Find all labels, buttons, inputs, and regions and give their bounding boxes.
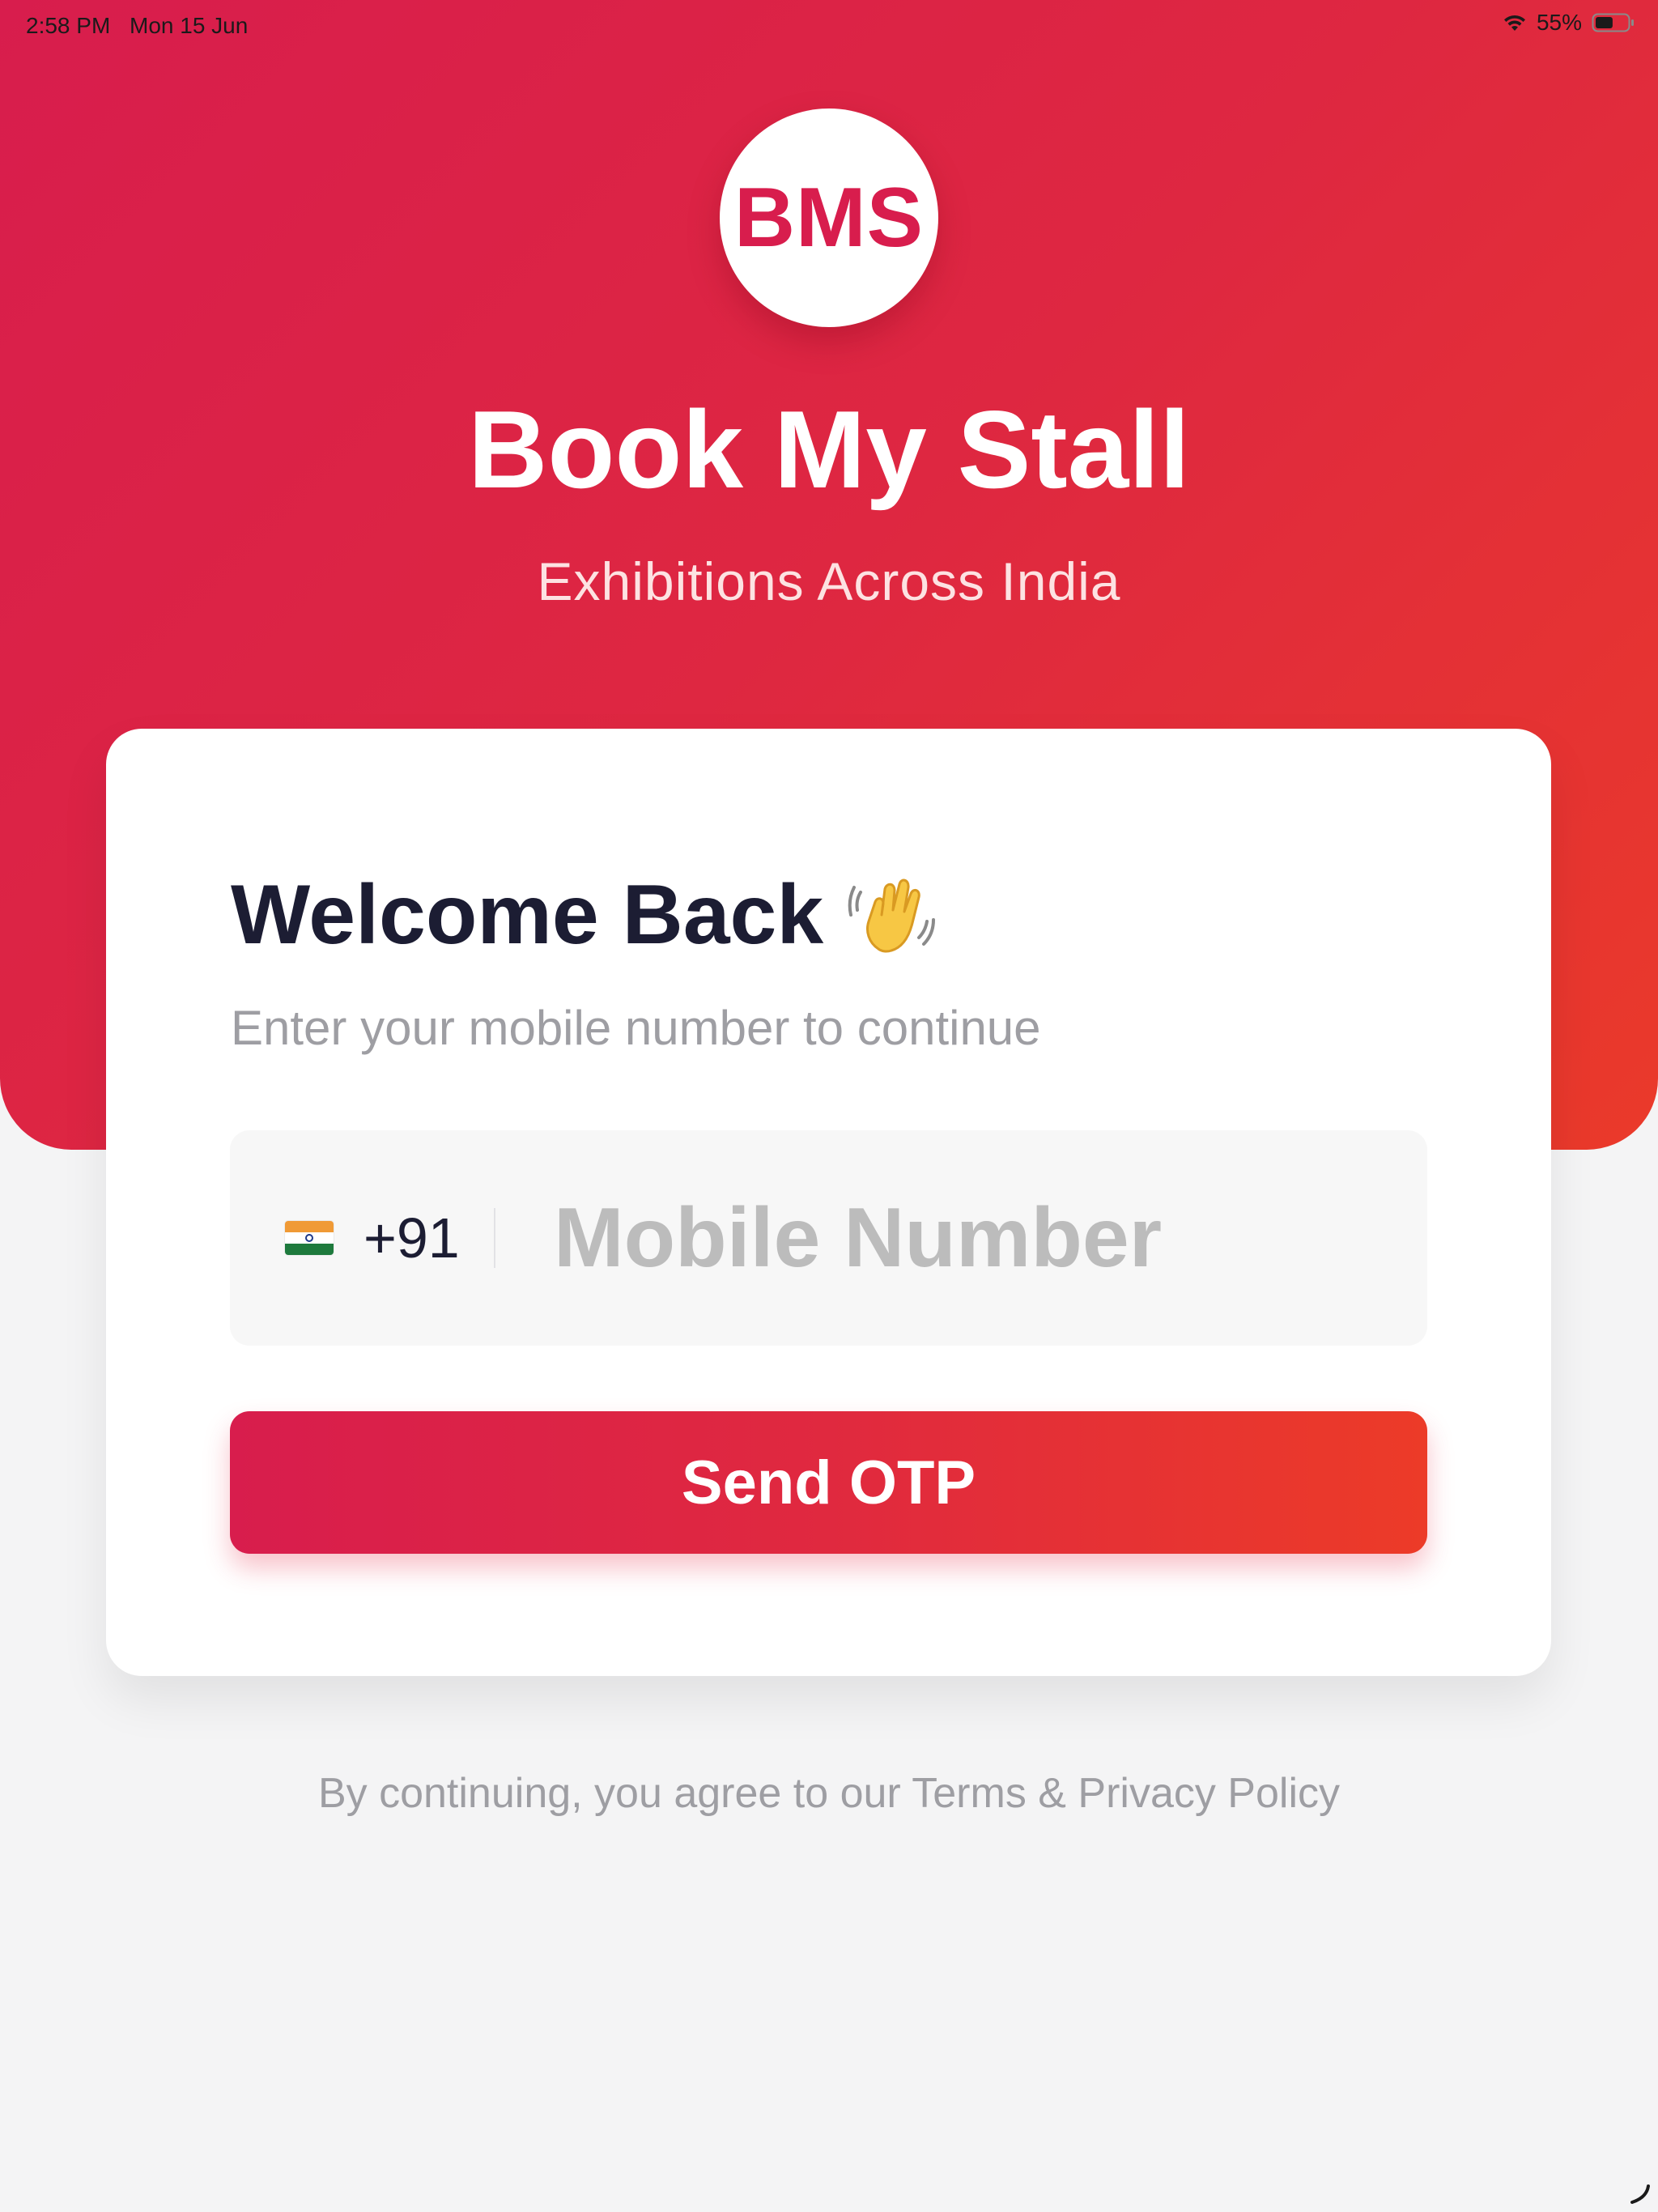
welcome-heading: Welcome Back — [231, 866, 937, 963]
input-divider — [494, 1208, 495, 1268]
status-bar: 2:58 PM Mon 15 Jun 55% — [0, 0, 1658, 52]
send-otp-button[interactable]: Send OTP — [230, 1411, 1427, 1554]
loading-indicator-icon — [1627, 2181, 1652, 2206]
status-time: 2:58 PM — [26, 13, 111, 38]
login-instruction: Enter your mobile number to continue — [231, 1001, 1041, 1055]
phone-input-container[interactable]: +91 — [230, 1130, 1427, 1346]
wifi-icon — [1503, 13, 1527, 32]
terms-text: By continuing, you agree to our Terms & … — [317, 1770, 1341, 1817]
mobile-number-input[interactable] — [554, 1187, 1396, 1289]
india-flag-icon — [285, 1221, 334, 1255]
login-screen: 2:58 PM Mon 15 Jun 55% BMS Book My Stall… — [0, 0, 1658, 2212]
waving-hand-icon — [846, 870, 937, 960]
login-card: Welcome Back Enter your mobile number to… — [106, 729, 1551, 1676]
app-subtitle: Exhibitions Across India — [537, 551, 1121, 611]
logo-text: BMS — [733, 170, 925, 265]
app-logo: BMS — [720, 108, 938, 327]
country-code[interactable]: +91 — [363, 1202, 460, 1274]
status-date: Mon 15 Jun — [130, 13, 249, 38]
battery-icon — [1592, 12, 1635, 33]
app-title: Book My Stall — [468, 388, 1190, 511]
welcome-title-text: Welcome Back — [231, 868, 824, 962]
battery-percent: 55% — [1536, 10, 1582, 35]
status-indicators: 55% — [1503, 10, 1635, 36]
